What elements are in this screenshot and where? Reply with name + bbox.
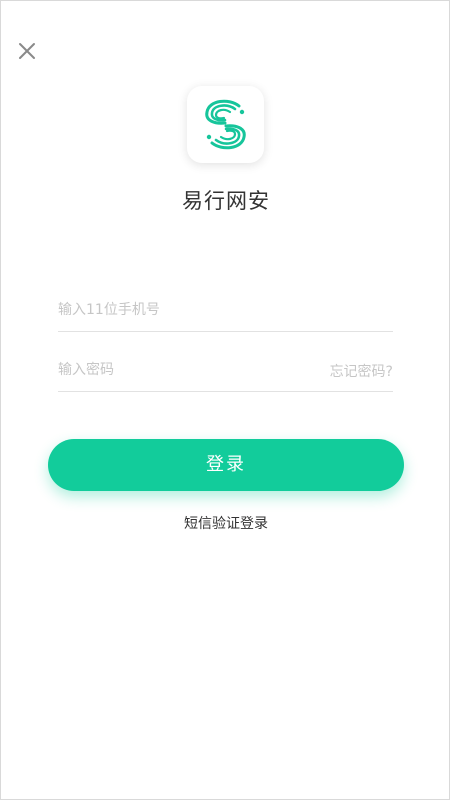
login-button[interactable]: 登录	[48, 439, 404, 491]
app-logo	[187, 86, 264, 163]
close-icon	[19, 43, 35, 59]
sms-login-link[interactable]: 短信验证登录	[1, 513, 450, 533]
phone-input[interactable]	[58, 291, 308, 329]
swirl-s-logo-icon	[205, 99, 246, 150]
password-input[interactable]	[58, 351, 308, 389]
close-button[interactable]	[14, 38, 40, 64]
forgot-password-link[interactable]: 忘记密码?	[330, 361, 393, 381]
app-name: 易行网安	[182, 189, 270, 213]
login-screen: 易行网安 忘记密码? 登录 短信验证登录	[0, 0, 450, 800]
phone-field	[58, 291, 393, 332]
password-field: 忘记密码?	[58, 351, 393, 392]
